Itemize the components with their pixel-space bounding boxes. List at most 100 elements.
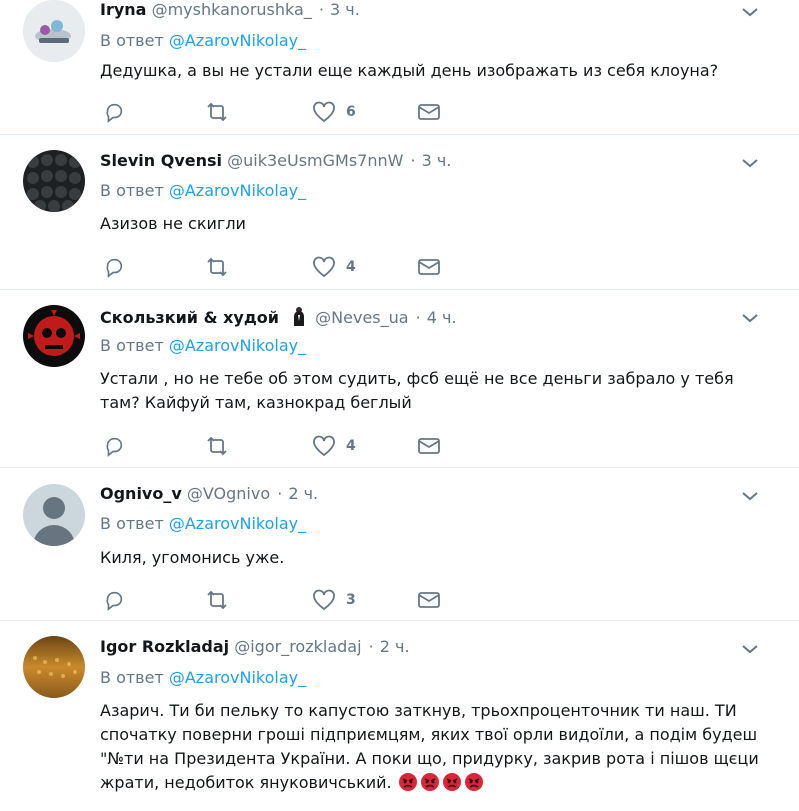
retweet-icon	[207, 436, 227, 456]
reply-prefix: В ответ	[100, 31, 164, 50]
tweet[interactable]: Iryna @myshkanorushka_ · 3 ч. В ответ @Az…	[0, 0, 799, 135]
reply-prefix: В ответ	[100, 181, 164, 200]
reply-button[interactable]	[103, 255, 125, 279]
chevron-down-icon[interactable]	[741, 6, 759, 18]
reply-to-link[interactable]: @AzarovNikolay_	[169, 668, 306, 687]
user-handle[interactable]: @VOgnivo	[187, 484, 270, 503]
chevron-down-icon[interactable]	[741, 643, 759, 655]
display-name[interactable]: Slevin Qvensi	[100, 151, 222, 170]
man-in-suit-icon	[292, 306, 306, 331]
avatar[interactable]	[23, 0, 85, 62]
tweet[interactable]: Igor Rozkladaj @igor_rozkladaj · 2 ч. В о…	[0, 621, 799, 811]
avatar[interactable]	[23, 484, 85, 546]
like-button[interactable]: 4	[312, 255, 356, 279]
display-name[interactable]: Iryna	[100, 0, 146, 19]
avatar[interactable]	[23, 150, 85, 212]
display-name[interactable]: Скользкий & худой	[100, 308, 279, 327]
tweet-text: Азизов не скигли	[100, 214, 246, 233]
reply-to-link[interactable]: @AzarovNikolay_	[169, 31, 306, 50]
reply-icon	[106, 258, 123, 278]
tweet-text: Дедушка, а вы не устали еще каждый день …	[100, 61, 719, 80]
like-button[interactable]: 6	[312, 100, 356, 124]
retweet-icon	[207, 590, 227, 610]
retweet-icon	[207, 102, 227, 122]
tweet-text-container: Азарич. Ти би пельку то капустою заткнув…	[100, 699, 780, 795]
timestamp[interactable]: 3 ч.	[330, 0, 360, 19]
user-handle[interactable]: @uik3eUsmGMs7nnW	[227, 151, 403, 170]
direct-message-button[interactable]	[417, 588, 441, 612]
like-count: 4	[346, 438, 356, 454]
tweet-text: Устали , но не тебе об этом судить, фсб …	[100, 369, 734, 412]
angry-face-icon	[464, 772, 484, 792]
reply-button[interactable]	[103, 100, 125, 124]
reply-prefix: В ответ	[100, 514, 164, 533]
reply-to-link[interactable]: @AzarovNikolay_	[169, 181, 306, 200]
chevron-down-icon[interactable]	[741, 490, 759, 502]
separator-dot: ·	[277, 484, 283, 503]
envelope-icon	[418, 259, 440, 275]
envelope-icon	[418, 438, 440, 454]
timestamp[interactable]: 4 ч.	[427, 308, 457, 327]
reply-icon	[106, 103, 123, 123]
tweet[interactable]: Slevin Qvensi @uik3eUsmGMs7nnW · 3 ч. В о…	[0, 135, 799, 290]
display-name[interactable]: Ognivo_v	[100, 484, 182, 503]
avatar[interactable]	[23, 305, 85, 367]
angry-face-icon	[398, 772, 418, 792]
like-count: 3	[346, 592, 356, 608]
reply-to: В ответ @AzarovNikolay_	[100, 514, 306, 534]
heart-icon	[313, 589, 335, 611]
retweet-button[interactable]	[204, 100, 230, 124]
reply-to: В ответ @AzarovNikolay_	[100, 181, 306, 201]
like-button[interactable]: 4	[312, 434, 356, 458]
retweet-button[interactable]	[204, 434, 230, 458]
reply-button[interactable]	[103, 434, 125, 458]
like-button[interactable]: 3	[312, 588, 356, 612]
reply-to: В ответ @AzarovNikolay_	[100, 336, 306, 356]
separator-dot: ·	[415, 308, 421, 327]
angry-face-icon	[420, 772, 440, 792]
user-handle[interactable]: @myshkanorushka_	[152, 0, 312, 19]
tweet[interactable]: Скользкий & худой @Neves_ua · 4 ч. В отве…	[0, 290, 799, 468]
retweet-button[interactable]	[204, 255, 230, 279]
envelope-icon	[418, 104, 440, 120]
direct-message-button[interactable]	[417, 255, 441, 279]
tweet[interactable]: Ognivo_v @VOgnivo · 2 ч. В ответ @AzarovN…	[0, 468, 799, 621]
tweet-actions: 4	[100, 434, 460, 458]
avatar[interactable]	[23, 636, 85, 698]
display-name[interactable]: Igor Rozkladaj	[100, 637, 229, 656]
heart-icon	[313, 256, 335, 278]
reply-to-link[interactable]: @AzarovNikolay_	[169, 514, 306, 533]
reply-to-link[interactable]: @AzarovNikolay_	[169, 336, 306, 355]
angry-face-icon	[442, 772, 462, 792]
separator-dot: ·	[410, 151, 416, 170]
chevron-down-icon[interactable]	[741, 157, 759, 169]
heart-icon	[313, 435, 335, 457]
tweet-text: Киля, угомонись уже.	[100, 548, 285, 567]
tweet-header: Скользкий & худой @Neves_ua · 4 ч.	[100, 306, 457, 331]
direct-message-button[interactable]	[417, 100, 441, 124]
user-handle[interactable]: @Neves_ua	[315, 308, 408, 327]
retweet-button[interactable]	[204, 588, 230, 612]
reply-icon	[106, 591, 123, 611]
timestamp[interactable]: 2 ч.	[288, 484, 318, 503]
reply-button[interactable]	[103, 588, 125, 612]
like-count: 6	[346, 104, 356, 120]
separator-dot: ·	[318, 0, 324, 19]
heart-icon	[313, 101, 335, 123]
retweet-icon	[207, 257, 227, 277]
reply-to: В ответ @AzarovNikolay_	[100, 31, 306, 51]
user-handle[interactable]: @igor_rozkladaj	[234, 637, 361, 656]
tweet-actions: 4	[100, 255, 460, 279]
envelope-icon	[418, 592, 440, 608]
direct-message-button[interactable]	[417, 434, 441, 458]
reply-icon	[106, 437, 123, 457]
separator-dot: ·	[368, 637, 374, 656]
chevron-down-icon[interactable]	[741, 312, 759, 324]
timestamp[interactable]: 3 ч.	[422, 151, 452, 170]
tweet-header: Iryna @myshkanorushka_ · 3 ч.	[100, 0, 360, 20]
reply-to: В ответ @AzarovNikolay_	[100, 668, 306, 688]
timestamp[interactable]: 2 ч.	[380, 637, 410, 656]
tweet-header: Slevin Qvensi @uik3eUsmGMs7nnW · 3 ч.	[100, 151, 451, 171]
tweet-header: Igor Rozkladaj @igor_rozkladaj · 2 ч.	[100, 637, 410, 657]
tweet-actions: 3	[100, 588, 460, 612]
